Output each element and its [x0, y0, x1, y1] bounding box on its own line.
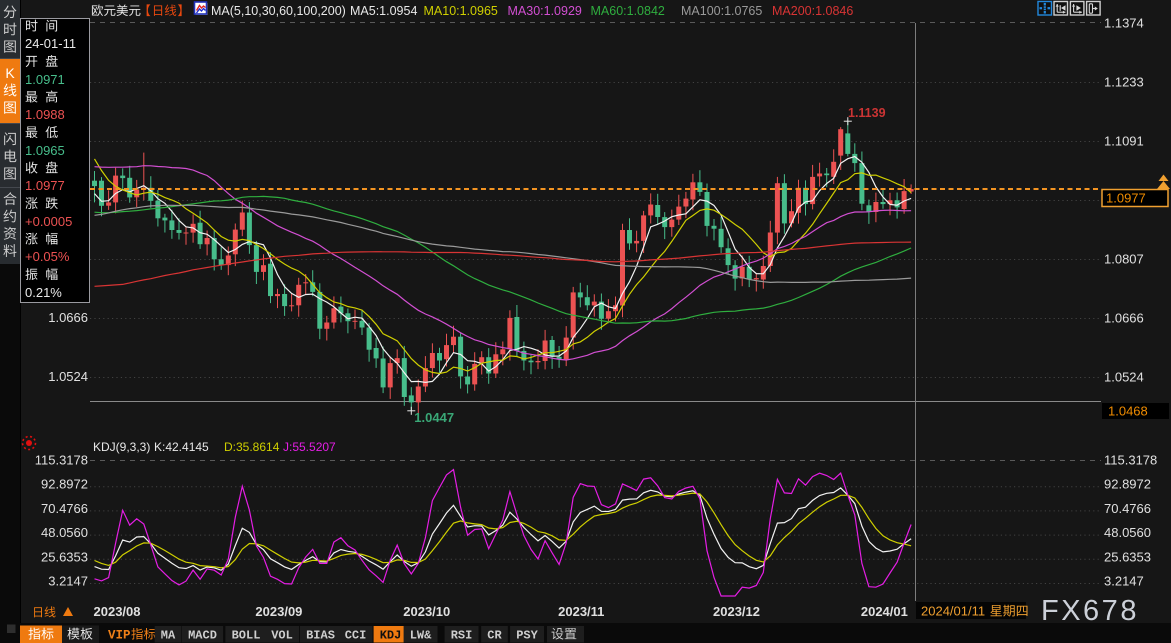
- svg-text:CCI: CCI: [345, 629, 367, 643]
- svg-text:2024/01/11: 2024/01/11: [921, 604, 985, 619]
- svg-text:MA(5,10,30,60,100,200): MA(5,10,30,60,100,200): [211, 4, 346, 18]
- svg-text:92.8972: 92.8972: [41, 477, 88, 492]
- svg-text:MA60:1.0842: MA60:1.0842: [591, 4, 665, 18]
- svg-text:2024/01: 2024/01: [861, 604, 908, 619]
- svg-text:115.3178: 115.3178: [1104, 453, 1157, 468]
- svg-text:D:35.8614: D:35.8614: [224, 440, 280, 454]
- svg-text:1.0977: 1.0977: [1106, 191, 1146, 206]
- svg-text:3.2147: 3.2147: [1104, 574, 1144, 589]
- svg-text:PSY: PSY: [516, 629, 538, 643]
- svg-text:BOLL: BOLL: [232, 629, 261, 643]
- svg-text:MACD: MACD: [188, 629, 217, 643]
- svg-text:2023/12: 2023/12: [713, 604, 760, 619]
- svg-text:115.3178: 115.3178: [35, 453, 88, 468]
- svg-text:MA10:1.0965: MA10:1.0965: [424, 4, 498, 18]
- svg-text:2023/08: 2023/08: [94, 604, 141, 619]
- svg-text:1.0468: 1.0468: [1108, 404, 1148, 419]
- svg-text:0.21%: 0.21%: [25, 285, 62, 300]
- svg-text:2023/09: 2023/09: [255, 604, 302, 619]
- svg-text:FX678: FX678: [1041, 595, 1139, 627]
- svg-text:1.0524: 1.0524: [48, 369, 88, 384]
- svg-text:1.0965: 1.0965: [25, 143, 65, 158]
- svg-text:LW&: LW&: [410, 629, 432, 643]
- svg-text:MA200:1.0846: MA200:1.0846: [772, 4, 853, 18]
- svg-text:KDJ(9,3,3): KDJ(9,3,3): [93, 440, 150, 454]
- svg-text:BIAS: BIAS: [306, 629, 335, 643]
- svg-text:K:42.4145: K:42.4145: [154, 440, 209, 454]
- svg-text:KDJ: KDJ: [380, 629, 402, 643]
- svg-text:MA100:1.0765: MA100:1.0765: [681, 4, 762, 18]
- svg-text:25.6353: 25.6353: [1104, 549, 1151, 564]
- svg-text:1.1374: 1.1374: [1104, 16, 1144, 31]
- svg-text:25.6353: 25.6353: [41, 549, 88, 564]
- svg-text:MA5:1.0954: MA5:1.0954: [350, 4, 417, 18]
- svg-text:48.0560: 48.0560: [41, 525, 88, 540]
- svg-text:CR: CR: [487, 629, 502, 643]
- svg-text:92.8972: 92.8972: [1104, 477, 1151, 492]
- svg-text:2023/11: 2023/11: [558, 604, 604, 619]
- svg-text:+0.05%: +0.05%: [25, 249, 70, 264]
- svg-text:1.0666: 1.0666: [1104, 311, 1144, 326]
- svg-text:J:55.5207: J:55.5207: [283, 440, 336, 454]
- svg-text:1.0977: 1.0977: [25, 178, 65, 193]
- svg-text:RSI: RSI: [451, 629, 473, 643]
- svg-text:1.1139: 1.1139: [848, 106, 886, 120]
- svg-text:VIP: VIP: [108, 629, 131, 643]
- svg-text:MA30:1.0929: MA30:1.0929: [508, 4, 582, 18]
- svg-text:1.0807: 1.0807: [1104, 252, 1144, 267]
- svg-text:1.0988: 1.0988: [25, 107, 65, 122]
- svg-text:VOL: VOL: [271, 629, 293, 643]
- svg-text:1.1091: 1.1091: [1104, 134, 1144, 149]
- svg-text:70.4766: 70.4766: [1104, 501, 1151, 516]
- svg-text:1.1233: 1.1233: [1104, 75, 1144, 90]
- svg-text:2023/10: 2023/10: [403, 604, 450, 619]
- svg-text:48.0560: 48.0560: [1104, 525, 1151, 540]
- svg-text:+0.0005: +0.0005: [25, 214, 72, 229]
- svg-text:1.0447: 1.0447: [414, 410, 454, 425]
- svg-text:MA: MA: [161, 629, 176, 643]
- svg-text:1.0524: 1.0524: [1104, 370, 1144, 385]
- svg-text:70.4766: 70.4766: [41, 501, 88, 516]
- svg-text:1.0666: 1.0666: [48, 310, 88, 325]
- svg-text:24-01-11: 24-01-11: [25, 36, 76, 51]
- svg-text:K: K: [5, 65, 15, 81]
- svg-text:1.0971: 1.0971: [25, 72, 65, 87]
- svg-text:3.2147: 3.2147: [48, 574, 88, 589]
